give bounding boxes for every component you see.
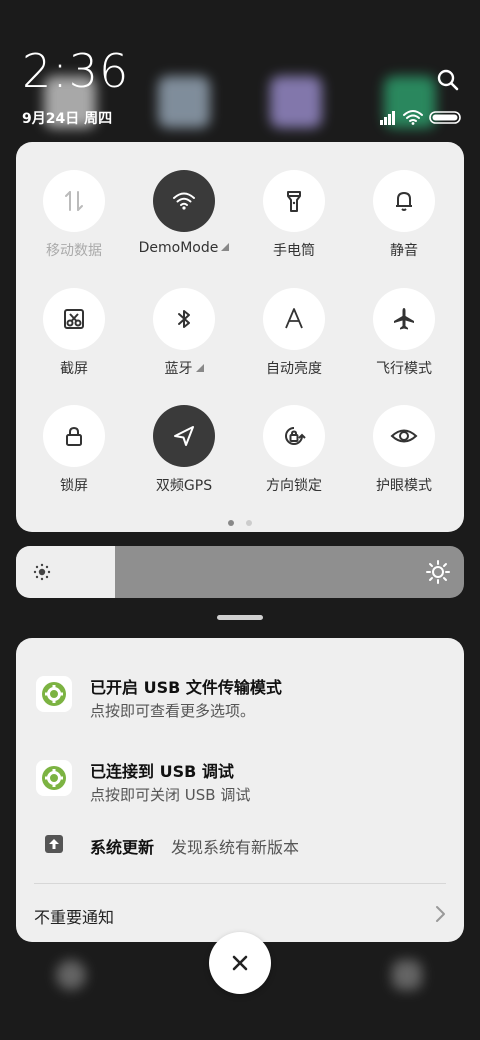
- tile-label: 方向锁定: [244, 475, 344, 495]
- chevron-right-icon[interactable]: [434, 904, 448, 928]
- status-bar: 2:36 9月24日 周四: [0, 0, 480, 140]
- tile-label: 移动数据: [24, 240, 124, 260]
- tile-rotation-lock[interactable]: 方向锁定: [244, 405, 344, 495]
- tile-label-text: 手电筒: [273, 243, 315, 259]
- tile-label-text: 锁屏: [60, 478, 88, 494]
- eye-icon: [373, 405, 435, 467]
- tile-label: 静音: [354, 240, 454, 260]
- expand-triangle-icon: [221, 243, 230, 251]
- system-status-icons: [378, 108, 464, 126]
- auto-brightness-icon: [263, 288, 325, 350]
- wifi-icon: [153, 170, 215, 232]
- tile-label: 手电筒: [244, 240, 344, 260]
- tile-lock-screen[interactable]: 锁屏: [24, 405, 124, 495]
- screenshot-icon: [43, 288, 105, 350]
- bluetooth-icon: [153, 288, 215, 350]
- brightness-fill: [16, 546, 115, 598]
- tile-label: 双频GPS: [134, 475, 234, 495]
- tile-eye-care[interactable]: 护眼模式: [354, 405, 454, 495]
- tile-wifi[interactable]: DemoMode: [134, 170, 234, 256]
- location-arrow-icon: [153, 405, 215, 467]
- upload-arrow-icon: [36, 826, 72, 862]
- tile-label-text: 蓝牙: [164, 361, 193, 377]
- tile-label-text: DemoMode: [138, 240, 219, 256]
- rotation-lock-icon: [263, 405, 325, 467]
- tile-screenshot[interactable]: 截屏: [24, 288, 124, 378]
- tile-airplane[interactable]: 飞行模式: [354, 288, 454, 378]
- notification-subtitle: 点按即可关闭 USB 调试: [90, 786, 251, 804]
- tile-label: DemoMode: [134, 240, 234, 256]
- tile-gps[interactable]: 双频GPS: [134, 405, 234, 495]
- brightness-high-icon: [426, 560, 450, 588]
- tile-bluetooth[interactable]: 蓝牙: [134, 288, 234, 378]
- tile-silent[interactable]: 静音: [354, 170, 454, 260]
- unimportant-notifications-label[interactable]: 不重要通知: [34, 904, 114, 928]
- mobile-data-icon: [43, 170, 105, 232]
- tile-label: 飞行模式: [354, 358, 454, 378]
- tile-label: 自动亮度: [244, 358, 344, 378]
- notification-title: 已连接到 USB 调试: [90, 762, 234, 781]
- page-dot: [246, 520, 252, 526]
- tile-label-text: 截屏: [60, 361, 88, 377]
- wifi-status-icon: [403, 110, 423, 125]
- notification-panel: 已开启 USB 文件传输模式 点按即可查看更多选项。 已连接到 USB 调试 点…: [16, 638, 464, 942]
- notification-subtitle: 发现系统有新版本: [171, 838, 300, 857]
- expand-triangle-icon: [195, 364, 204, 372]
- flashlight-icon: [263, 170, 325, 232]
- tile-label: 锁屏: [24, 475, 124, 495]
- settings-gear-icon: [36, 760, 72, 796]
- date: 9月24日 周四: [22, 111, 113, 127]
- close-icon: [232, 955, 248, 971]
- brightness-low-icon: [32, 562, 52, 586]
- bell-icon: [373, 170, 435, 232]
- clock: 2:36: [22, 44, 130, 98]
- divider: [34, 883, 446, 884]
- airplane-icon: [373, 288, 435, 350]
- brightness-slider[interactable]: [16, 546, 464, 598]
- tile-label-text: 护眼模式: [376, 478, 432, 494]
- battery-icon: [429, 111, 461, 124]
- tile-label: 护眼模式: [354, 475, 454, 495]
- page-dot: [228, 520, 234, 526]
- search-icon[interactable]: [434, 66, 462, 94]
- tile-label: 蓝牙: [134, 358, 234, 378]
- tile-mobile-data[interactable]: 移动数据: [24, 170, 124, 260]
- tile-flashlight[interactable]: 手电筒: [244, 170, 344, 260]
- close-button[interactable]: [209, 932, 271, 994]
- tile-label-text: 方向锁定: [266, 478, 322, 494]
- tile-label: 截屏: [24, 358, 124, 378]
- tile-label-text: 双频GPS: [155, 478, 213, 494]
- notification-title: 系统更新: [90, 838, 155, 857]
- tile-label-text: 飞行模式: [376, 361, 432, 377]
- tile-label-text: 静音: [390, 243, 418, 259]
- drag-handle[interactable]: [217, 615, 263, 620]
- notification-title: 已开启 USB 文件传输模式: [90, 678, 282, 697]
- notification-subtitle: 点按即可查看更多选项。: [90, 702, 256, 720]
- tile-label-text: 移动数据: [46, 243, 102, 259]
- tile-label-text: 自动亮度: [266, 361, 322, 377]
- signal-icon: [380, 111, 395, 125]
- lock-icon: [43, 405, 105, 467]
- settings-gear-icon: [36, 676, 72, 712]
- tile-auto-brightness[interactable]: 自动亮度: [244, 288, 344, 378]
